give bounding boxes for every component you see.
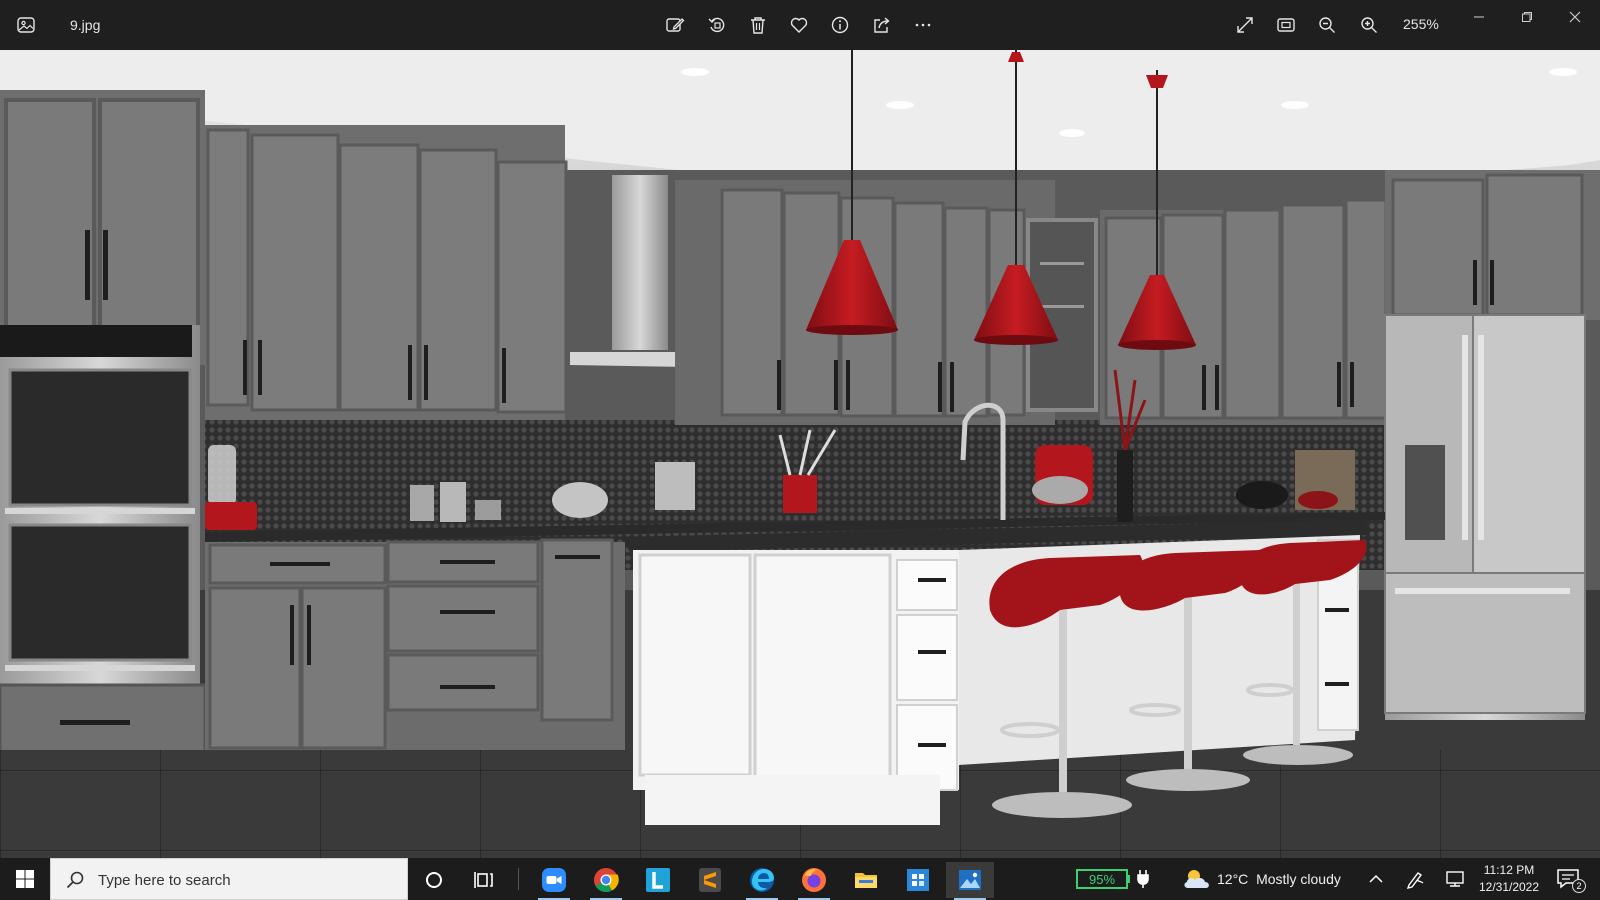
cortana-button[interactable] — [410, 862, 458, 898]
show-hidden-icons-button[interactable] — [1366, 868, 1386, 890]
firefox-button[interactable] — [790, 862, 838, 900]
zoom-out-icon — [1319, 17, 1335, 33]
store-app-icon — [907, 869, 929, 891]
cortana-icon — [426, 872, 442, 888]
delete-icon — [751, 17, 765, 34]
sublime-text-icon — [699, 868, 721, 892]
network-button[interactable] — [1442, 868, 1468, 890]
weather-temperature: 12°C — [1217, 871, 1249, 887]
windows-logo-icon — [16, 870, 34, 888]
pen-icon — [1406, 872, 1424, 889]
edge-icon — [750, 868, 774, 892]
photo-viewport[interactable] — [0, 50, 1600, 858]
more-options-button[interactable] — [907, 10, 939, 40]
edit-image-button[interactable] — [659, 10, 691, 40]
zoom-in-icon — [1361, 17, 1377, 33]
delete-button[interactable] — [742, 10, 774, 40]
clock-date: 12/31/2022 — [1478, 880, 1540, 894]
chrome-icon — [594, 868, 619, 893]
fit-to-window-button[interactable] — [1270, 10, 1302, 40]
favorite-heart-icon — [790, 17, 808, 33]
maximize-button[interactable] — [1504, 0, 1550, 34]
task-view-icon — [474, 872, 493, 888]
power-plug-button[interactable] — [1134, 868, 1152, 890]
zoom-level[interactable]: 255% — [1403, 16, 1439, 32]
close-icon — [1569, 11, 1581, 23]
weather-widget[interactable] — [1180, 868, 1214, 890]
weather-condition: Mostly cloudy — [1256, 871, 1341, 887]
fullscreen-button[interactable] — [1229, 10, 1261, 40]
battery-indicator[interactable]: 95% — [1076, 869, 1128, 889]
info-button[interactable] — [824, 10, 856, 40]
info-icon — [831, 16, 849, 34]
l-app-button[interactable] — [634, 862, 682, 898]
maximize-icon — [1522, 12, 1532, 22]
battery-nub — [1127, 875, 1130, 883]
weather-text[interactable]: 12°C Mostly cloudy — [1217, 871, 1341, 887]
cloudy-weather-icon — [1184, 870, 1209, 888]
power-plug-icon — [1137, 870, 1149, 888]
start-button[interactable] — [0, 858, 50, 900]
taskbar-clock[interactable]: 11:12 PM 12/31/2022 — [1468, 862, 1550, 896]
title-bar: 9.jpg 255% — [0, 0, 1600, 50]
notification-count-badge: 2 — [1572, 879, 1586, 893]
share-icon — [874, 17, 890, 33]
rotate-icon — [708, 17, 725, 33]
kitchen-photo — [0, 50, 1600, 858]
zoom-app-icon — [542, 868, 566, 892]
network-icon — [1446, 871, 1464, 887]
photos-app-icon — [16, 15, 36, 35]
rotate-button[interactable] — [701, 10, 733, 40]
file-explorer-button[interactable] — [842, 862, 890, 898]
taskbar-separator — [518, 868, 519, 890]
zoom-out-button[interactable] — [1311, 10, 1343, 40]
pen-workspace-button[interactable] — [1402, 868, 1428, 890]
fullscreen-icon — [1237, 17, 1253, 33]
l-app-icon — [646, 868, 670, 892]
clock-time: 11:12 PM — [1483, 863, 1535, 877]
chrome-button[interactable] — [582, 862, 630, 900]
fit-to-window-icon — [1277, 18, 1295, 32]
more-options-icon — [915, 23, 931, 27]
file-name: 9.jpg — [70, 17, 101, 33]
minimize-button[interactable] — [1456, 0, 1502, 34]
edge-button[interactable] — [738, 862, 786, 900]
store-app-button[interactable] — [894, 862, 942, 898]
search-placeholder: Type here to search — [98, 872, 231, 889]
edit-image-icon — [666, 18, 685, 32]
share-button[interactable] — [866, 10, 898, 40]
minimize-icon — [1474, 16, 1484, 18]
zoom-in-button[interactable] — [1353, 10, 1385, 40]
search-icon — [66, 871, 84, 889]
favorite-button[interactable] — [783, 10, 815, 40]
taskbar: Type here to search 95% 12°C Mostly clou… — [0, 858, 1600, 900]
close-button[interactable] — [1552, 0, 1598, 34]
photos-app-button[interactable] — [946, 862, 994, 900]
task-view-button[interactable] — [460, 862, 508, 898]
photos-taskbar-icon — [959, 870, 981, 890]
zoom-app-button[interactable] — [530, 862, 578, 900]
firefox-icon — [802, 868, 826, 892]
chevron-up-icon — [1369, 874, 1383, 883]
taskbar-search-box[interactable]: Type here to search — [50, 858, 408, 900]
file-explorer-icon — [855, 873, 877, 888]
sublime-text-button[interactable] — [686, 862, 734, 898]
